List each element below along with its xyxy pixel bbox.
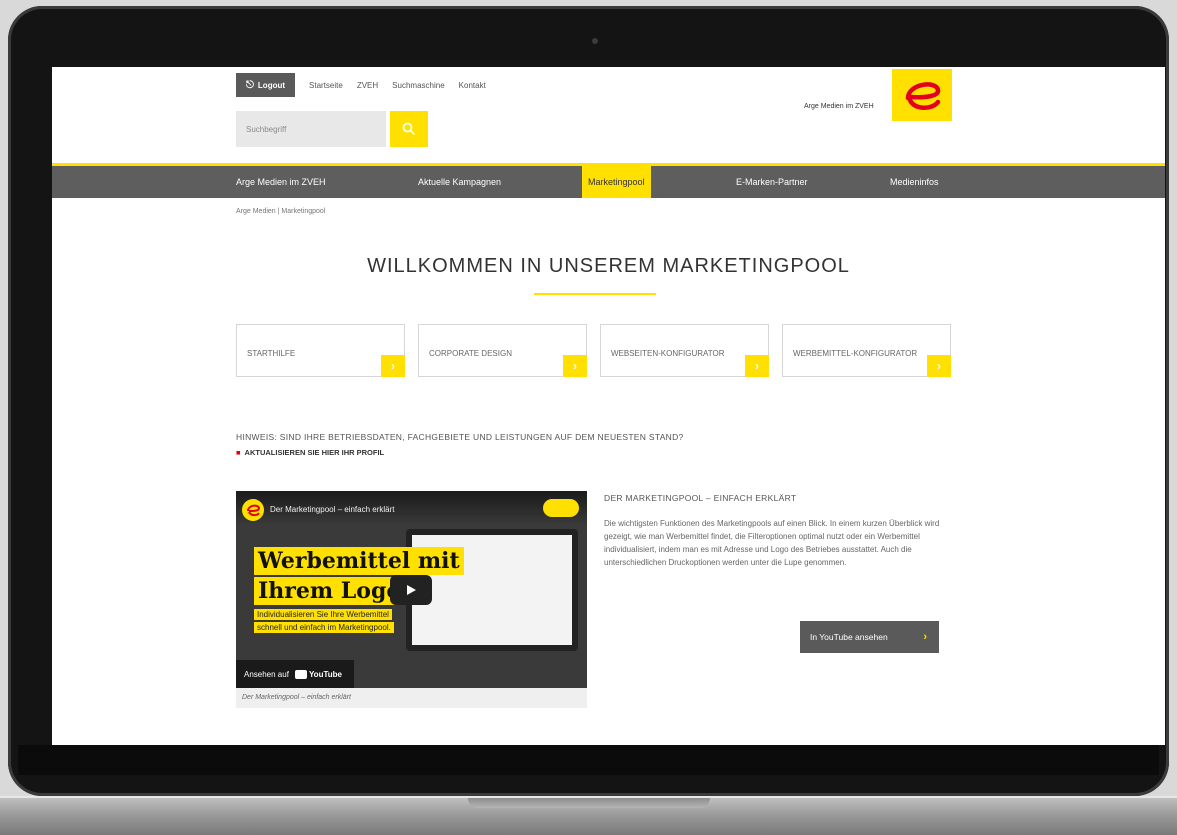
nav-item-arge-medien[interactable]: Arge Medien im ZVEH <box>236 166 326 198</box>
video-caption: Der Marketingpool – einfach erklärt <box>236 688 587 708</box>
description-title: DER MARKETINGPOOL – EINFACH ERKLÄRT <box>604 493 797 503</box>
watch-on-youtube[interactable]: Ansehen auf YouTube <box>236 660 354 688</box>
chevron-right-icon[interactable]: › <box>927 355 951 377</box>
search-icon <box>402 122 416 136</box>
top-bar: ⎋ Logout Startseite ZVEH Suchmaschine Ko… <box>236 73 486 97</box>
play-icon <box>407 585 416 595</box>
laptop-base <box>0 796 1177 835</box>
search-input[interactable]: Suchbegriff <box>236 111 386 147</box>
card-label: WEBSEITEN-KONFIGURATOR <box>611 349 725 358</box>
video-heading: Der Marketingpool – einfach erklärt <box>270 505 395 514</box>
page-title: WILLKOMMEN IN UNSEREM MARKETINGPOOL <box>367 255 850 277</box>
title-underline <box>534 293 656 295</box>
chevron-right-icon[interactable]: › <box>381 355 405 377</box>
video-subline-2: schnell und einfach im Marketingpool. <box>254 622 394 633</box>
card-label: WERBEMITTEL-KONFIGURATOR <box>793 349 918 358</box>
youtube-button-label: In YouTube ansehen <box>810 632 888 642</box>
camera-dot <box>592 38 598 44</box>
nav-item-marketingpool[interactable]: Marketingpool <box>582 166 651 198</box>
play-button[interactable] <box>390 575 432 605</box>
e-logo-icon <box>247 504 261 517</box>
description-text: Die wichtigsten Funktionen des Marketing… <box>604 519 940 567</box>
card-label: STARTHILFE <box>247 349 296 358</box>
breadcrumb[interactable]: Arge Medien | Marketingpool <box>236 208 325 215</box>
card-corporate-design[interactable]: CORPORATE DESIGN › <box>418 324 587 377</box>
logout-label: Logout <box>257 80 286 90</box>
logout-button[interactable]: ⎋ Logout <box>236 73 296 97</box>
video-subline-1: Individualisieren Sie Ihre Werbemittel <box>254 609 392 620</box>
channel-logo-icon[interactable] <box>242 499 264 521</box>
laptop-chin <box>18 745 1159 775</box>
video-player[interactable]: Der Marketingpool – einfach erklärt Werb… <box>236 491 587 688</box>
chevron-right-icon: › <box>923 631 927 643</box>
nav-item-medieninfos[interactable]: Medieninfos <box>890 166 939 198</box>
browser-screen: ⎋ Logout Startseite ZVEH Suchmaschine Ko… <box>52 67 1165 745</box>
base-notch <box>468 798 710 808</box>
card-label: CORPORATE DESIGN <box>429 349 512 358</box>
nav-item-e-marken-partner[interactable]: E-Marken-Partner <box>736 166 808 198</box>
e-marke-logo[interactable] <box>892 69 952 121</box>
bullet-icon: ■ <box>236 448 241 457</box>
logout-icon: ⎋ <box>246 79 254 91</box>
update-profile-link[interactable]: ■ AKTUALISIEREN SIE HIER IHR PROFIL <box>236 448 384 457</box>
chevron-right-icon[interactable]: › <box>745 355 769 377</box>
video-headline-1: Werbemittel mit <box>254 547 464 575</box>
youtube-logo-label: YouTube <box>308 669 342 679</box>
card-webseiten-konfigurator[interactable]: WEBSEITEN-KONFIGURATOR › <box>600 324 769 377</box>
e-logo-icon <box>905 82 941 110</box>
brand-tagline: Arge Medien im ZVEH <box>804 103 874 110</box>
update-profile-label: AKTUALISIEREN SIE HIER IHR PROFIL <box>244 448 385 457</box>
main-navigation: Arge Medien im ZVEH Aktuelle Kampagnen M… <box>52 166 1165 198</box>
youtube-button[interactable]: In YouTube ansehen › <box>800 621 939 653</box>
toplink-startseite[interactable]: Startseite <box>309 81 343 90</box>
share-icon[interactable] <box>543 499 579 517</box>
chevron-right-icon[interactable]: › <box>563 355 587 377</box>
toplink-kontakt[interactable]: Kontakt <box>459 81 486 90</box>
youtube-logo-icon: YouTube <box>294 669 342 679</box>
card-werbemittel-konfigurator[interactable]: WERBEMITTEL-KONFIGURATOR › <box>782 324 951 377</box>
toplink-suchmaschine[interactable]: Suchmaschine <box>392 81 444 90</box>
card-starthilfe[interactable]: STARTHILFE › <box>236 324 405 377</box>
nav-item-aktuelle-kampagnen[interactable]: Aktuelle Kampagnen <box>418 166 501 198</box>
search-button[interactable] <box>390 111 428 147</box>
profile-hint: HINWEIS: SIND IHRE BETRIEBSDATEN, FACHGE… <box>236 432 684 442</box>
watch-on-label: Ansehen auf <box>244 669 289 679</box>
toplink-zveh[interactable]: ZVEH <box>357 81 378 90</box>
